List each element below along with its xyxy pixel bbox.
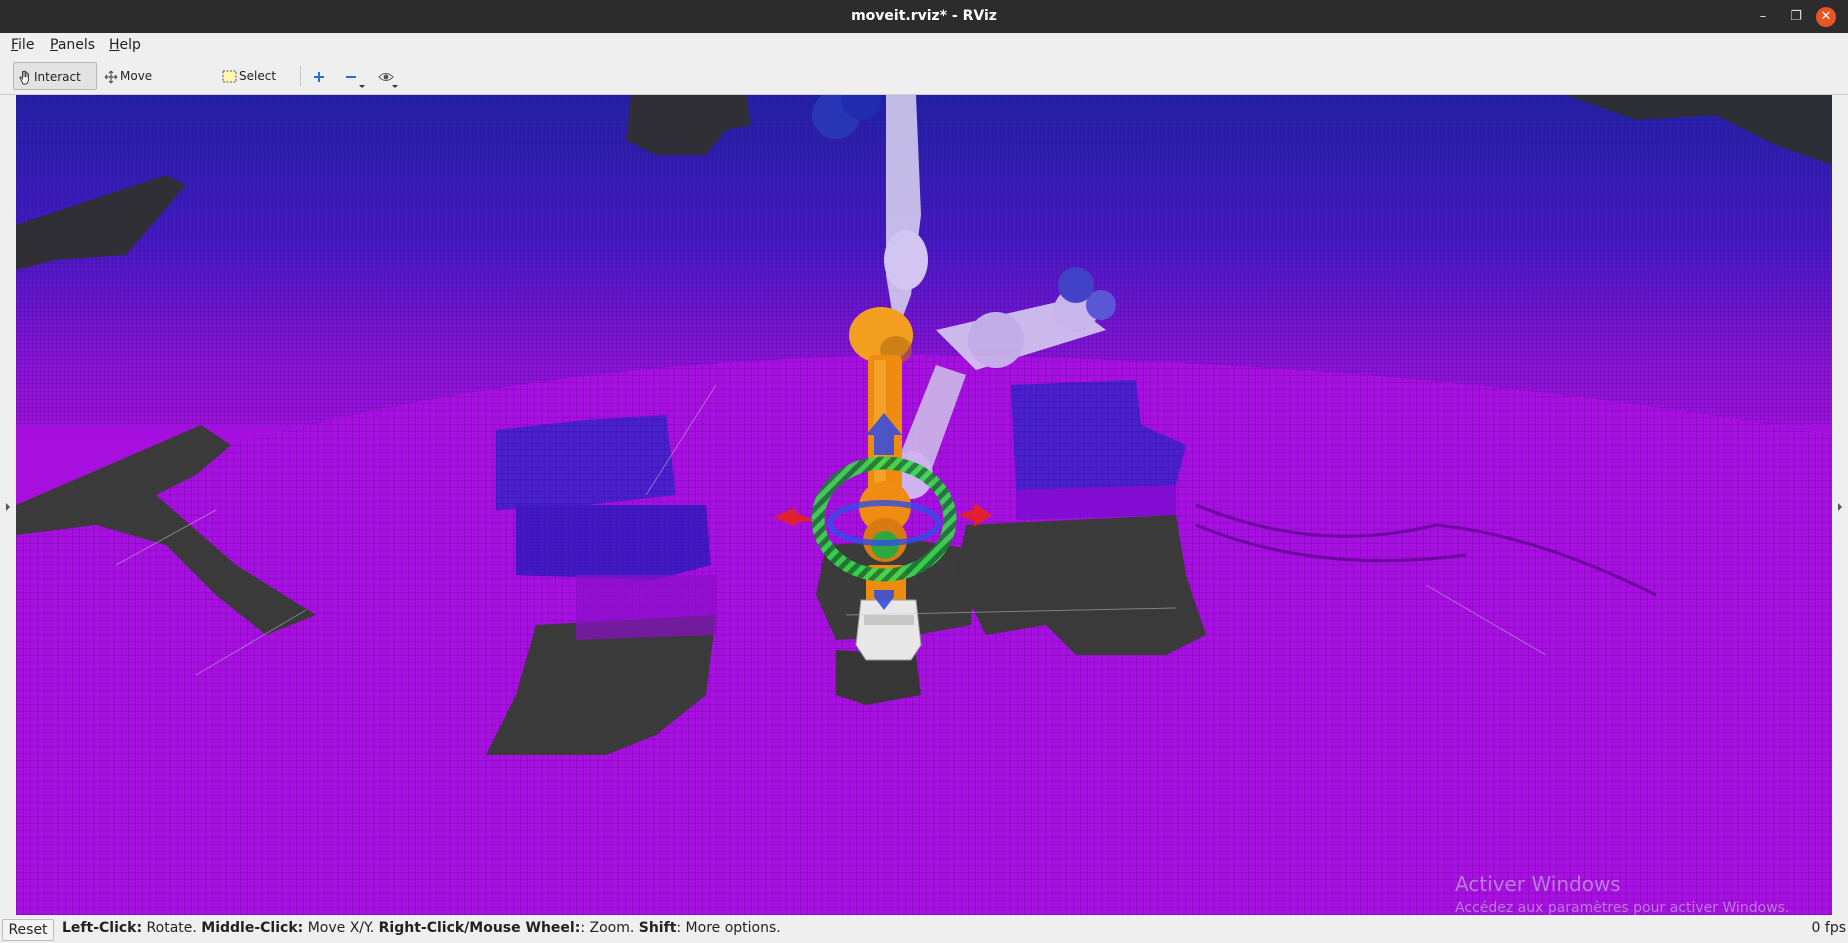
menu-help[interactable]: Help	[109, 33, 141, 58]
minimize-button[interactable]: –	[1748, 0, 1778, 33]
robot-base	[855, 599, 922, 661]
menu-file-label: ile	[18, 37, 35, 53]
hint-shift-key: Shift	[638, 920, 677, 936]
add-tool-button[interactable]	[308, 62, 330, 90]
menu-file[interactable]: File	[11, 33, 34, 58]
reset-button[interactable]: Reset	[2, 919, 54, 941]
hint-left-click-key: Left-Click:	[62, 920, 143, 936]
hint-middle-click-key: Middle-Click:	[201, 920, 304, 936]
remove-tool-dropdown-arrow[interactable]	[359, 85, 365, 88]
obstacle-left-bottom-texture	[516, 505, 711, 580]
obstacle-right-side	[1016, 485, 1176, 520]
menu-bar: File Panels Help	[0, 33, 1848, 58]
render-viewport[interactable]	[16, 95, 1832, 915]
minus-icon	[346, 75, 356, 78]
menu-panels-label: anels	[57, 37, 96, 53]
window-title: moveit.rviz* - RViz	[851, 8, 997, 24]
interact-tool-button[interactable]: Interact	[13, 62, 97, 90]
right-panel-expand-arrow[interactable]	[1838, 503, 1842, 511]
maximize-button[interactable]: ❐	[1781, 0, 1811, 33]
hint-middle-click-text: Move X/Y.	[303, 920, 379, 936]
view-tool-dropdown-arrow[interactable]	[392, 85, 398, 88]
hint-right-click-key: Right-Click/Mouse Wheel:	[378, 920, 581, 936]
eye-icon	[378, 72, 394, 81]
watermark-line-2: Accédez aux paramètres pour activer Wind…	[1455, 900, 1790, 916]
activation-watermark: Activer Windows Accédez aux paramètres p…	[1455, 872, 1789, 916]
left-panel-expand-arrow[interactable]	[6, 503, 10, 511]
title-bar: moveit.rviz* - RViz – ❐ ✕	[0, 0, 1848, 33]
menu-panels-mnemonic: P	[50, 37, 58, 53]
menu-panels[interactable]: Panels	[50, 33, 95, 58]
close-button[interactable]: ✕	[1816, 7, 1836, 27]
status-hint: Left-Click: Rotate. Middle-Click: Move X…	[62, 920, 781, 936]
hand-icon	[19, 70, 29, 85]
status-bar: Reset Left-Click: Rotate. Middle-Click: …	[0, 915, 1848, 943]
fps-counter: 0 fps	[1811, 920, 1846, 936]
select-tool-button[interactable]: Select	[218, 62, 288, 90]
menu-help-mnemonic: H	[109, 37, 120, 53]
select-box-icon	[222, 70, 237, 83]
move-camera-icon	[104, 70, 118, 83]
plus-icon	[314, 71, 324, 82]
menu-file-mnemonic: F	[11, 37, 19, 53]
hint-left-click-text: Rotate.	[142, 920, 202, 936]
move-camera-tool-button[interactable]: Move Camera	[100, 62, 200, 111]
toolbar-separator	[300, 66, 301, 86]
watermark-line-1: Activer Windows	[1455, 872, 1621, 896]
select-tool-label: Select	[239, 69, 277, 83]
hint-shift-text: : More options.	[676, 920, 781, 936]
scene-canvas[interactable]	[16, 95, 1832, 915]
obstacle-left-top-texture	[496, 415, 676, 510]
obstacle-left-side	[576, 575, 716, 640]
hint-right-click-text: : Zoom.	[580, 920, 639, 936]
tool-bar: Interact Move Camera Select	[0, 58, 1848, 111]
interact-tool-label: Interact	[34, 70, 81, 84]
menu-help-label: elp	[119, 37, 141, 53]
